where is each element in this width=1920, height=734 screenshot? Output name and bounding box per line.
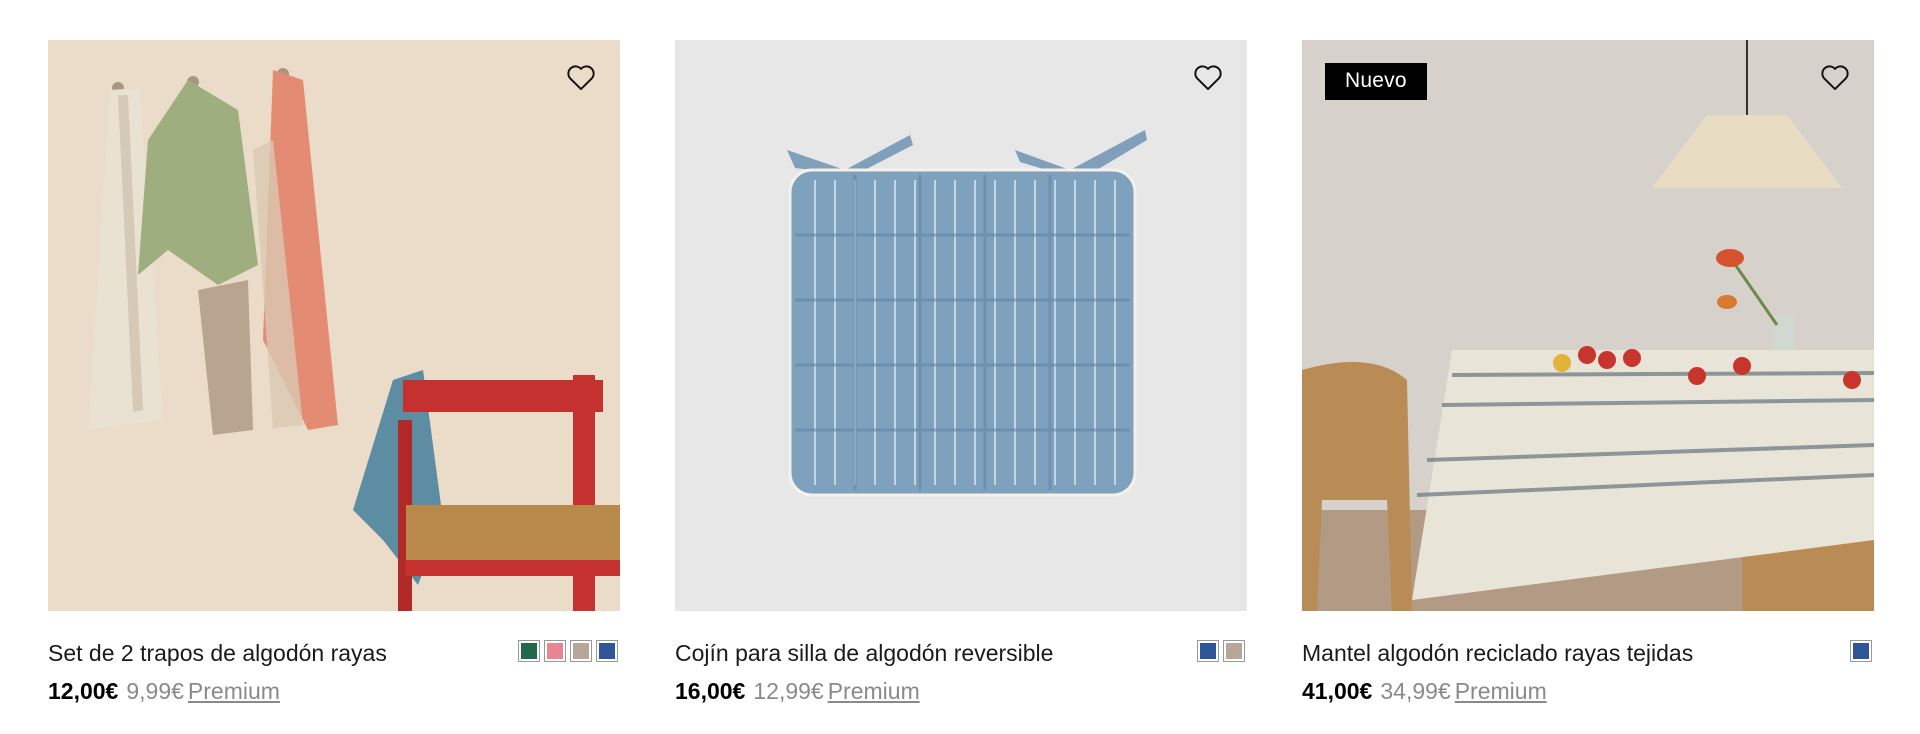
product-title[interactable]: Cojín para silla de algodón reversible <box>675 640 1053 667</box>
product-image-chair-cushion[interactable] <box>675 40 1247 611</box>
tea-towels-photo <box>48 40 620 611</box>
color-swatches <box>1850 640 1872 662</box>
product-grid: Set de 2 trapos de algodón rayas 12,00€ 9… <box>0 0 1920 734</box>
product-card-tablecloth[interactable]: Nuevo Mantel algodón reciclado rayas tej… <box>1302 40 1874 712</box>
heart-outline-icon <box>1194 65 1222 91</box>
color-swatch-blue[interactable] <box>1850 640 1872 662</box>
color-swatches <box>1197 640 1245 662</box>
new-badge: Nuevo <box>1325 63 1427 100</box>
product-price: 41,00€ <box>1302 678 1373 704</box>
color-swatch-taupe[interactable] <box>1223 640 1245 662</box>
product-image-tablecloth[interactable]: Nuevo <box>1302 40 1874 611</box>
premium-price: 9,99€ <box>126 678 184 704</box>
product-price: 16,00€ <box>675 678 746 704</box>
premium-price: 34,99€ <box>1380 678 1451 704</box>
favorite-button[interactable] <box>564 60 598 94</box>
product-title[interactable]: Mantel algodón reciclado rayas tejidas <box>1302 640 1693 667</box>
favorite-button[interactable] <box>1191 60 1225 94</box>
color-swatch-blue[interactable] <box>596 640 618 662</box>
premium-link[interactable]: Premium <box>828 678 920 704</box>
product-image-tea-towels[interactable] <box>48 40 620 611</box>
color-swatches <box>518 640 618 662</box>
favorite-button[interactable] <box>1818 60 1852 94</box>
chair-cushion-photo <box>675 40 1247 611</box>
product-card-chair-cushion[interactable]: Cojín para silla de algodón reversible 1… <box>675 40 1247 712</box>
color-swatch-blue[interactable] <box>1197 640 1219 662</box>
heart-outline-icon <box>1821 65 1849 91</box>
tablecloth-photo <box>1302 40 1874 611</box>
color-swatch-taupe[interactable] <box>570 640 592 662</box>
premium-link[interactable]: Premium <box>188 678 280 704</box>
color-swatch-pink[interactable] <box>544 640 566 662</box>
color-swatch-green[interactable] <box>518 640 540 662</box>
product-price: 12,00€ <box>48 678 119 704</box>
premium-link[interactable]: Premium <box>1455 678 1547 704</box>
product-card-tea-towels[interactable]: Set de 2 trapos de algodón rayas 12,00€ 9… <box>48 40 620 712</box>
product-title[interactable]: Set de 2 trapos de algodón rayas <box>48 640 387 667</box>
heart-outline-icon <box>567 65 595 91</box>
premium-price: 12,99€ <box>753 678 824 704</box>
